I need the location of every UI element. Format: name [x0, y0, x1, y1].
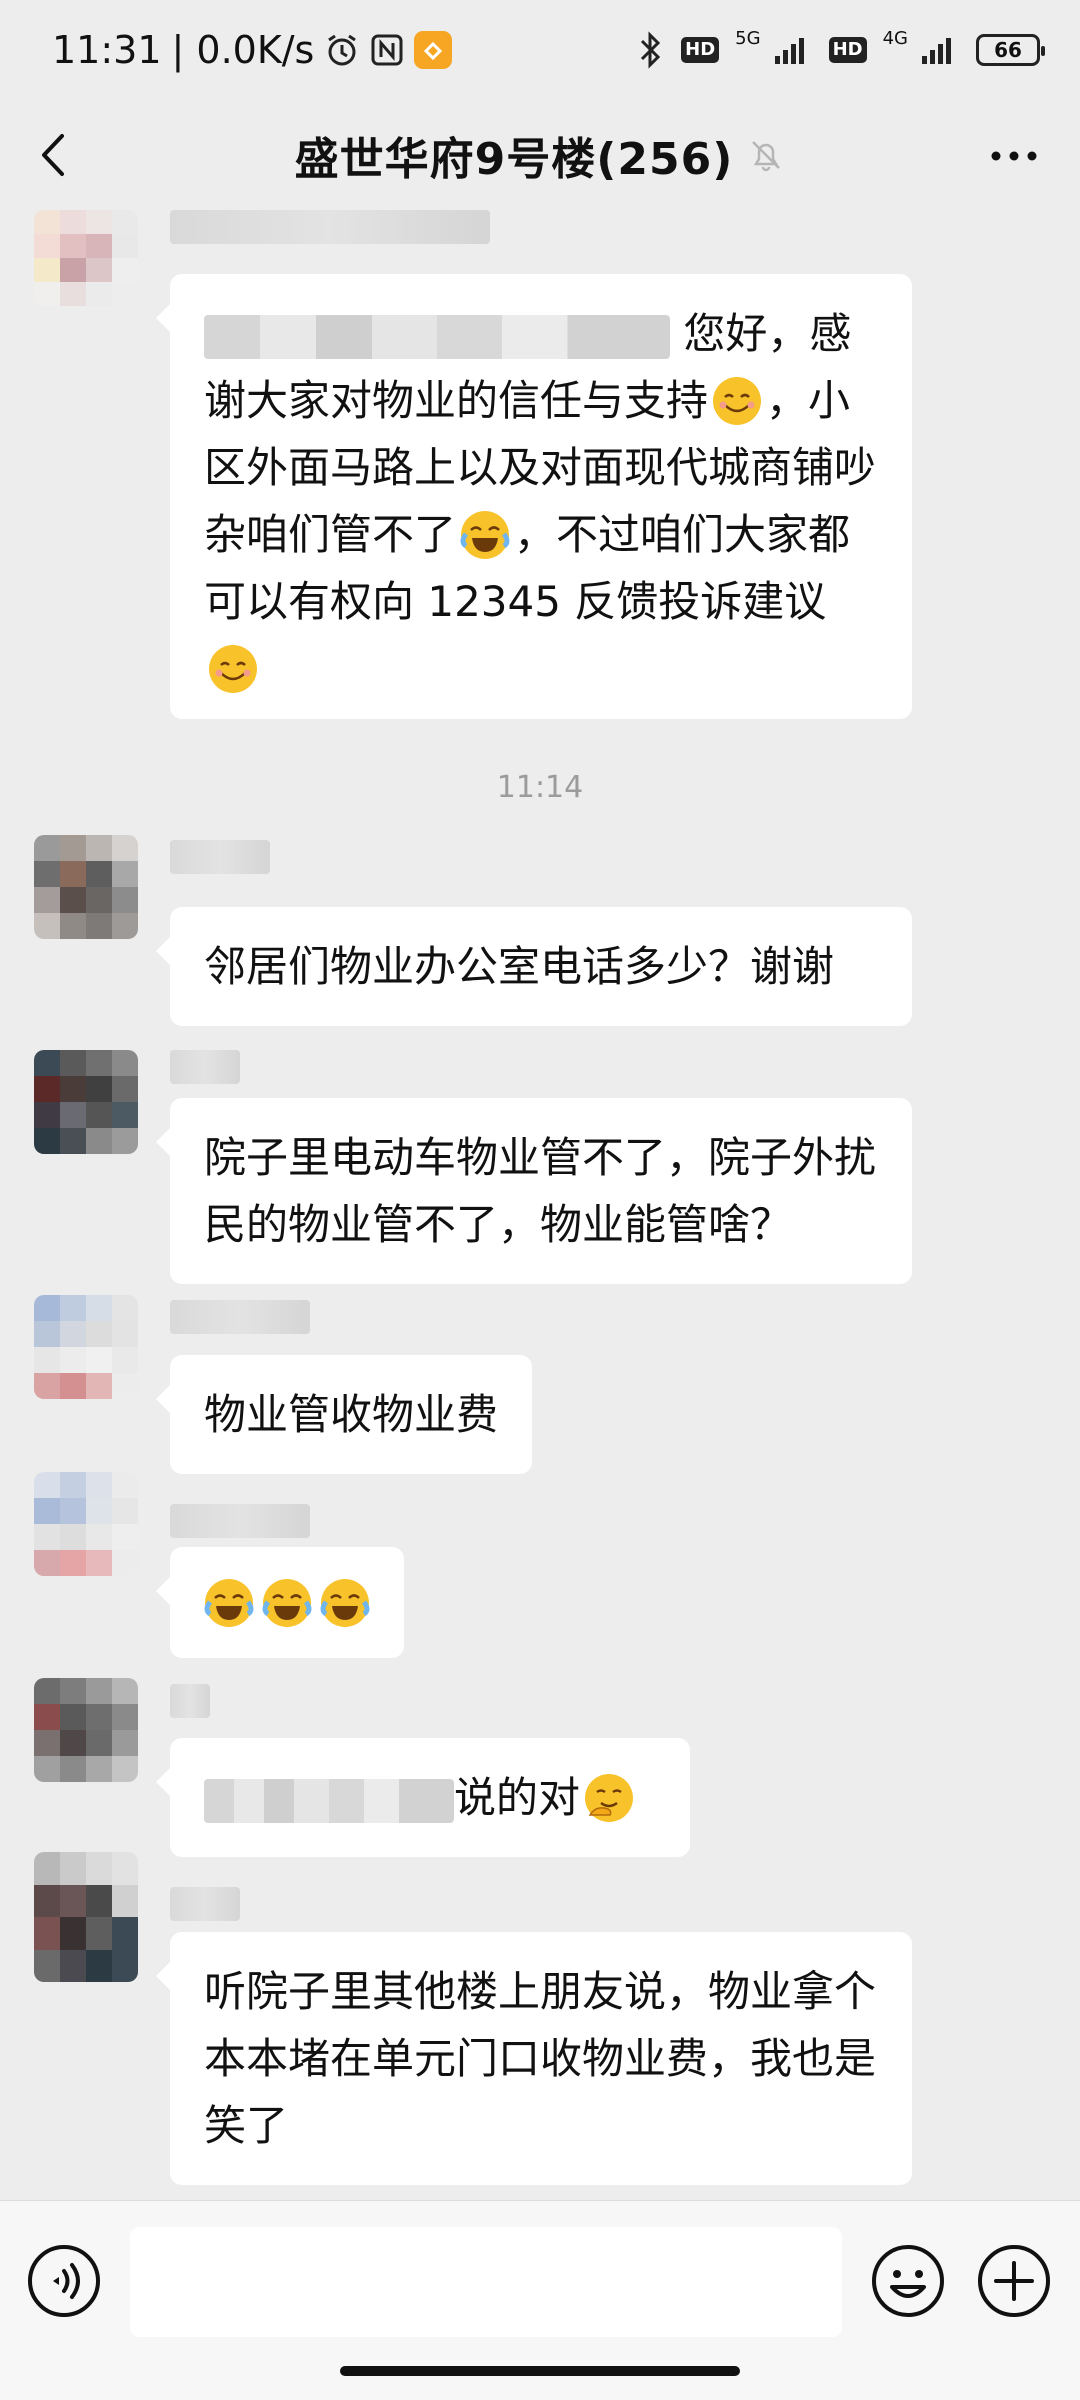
blurred-mention [204, 1778, 454, 1823]
message-bubble[interactable]: 院子里电动车物业管不了，院子外扰民的物业管不了，物业能管啥？ [156, 1098, 912, 1284]
hd-badge-2: HD [828, 37, 867, 63]
message-bubble[interactable]: 邻居们物业办公室电话多少？谢谢 [156, 907, 912, 1026]
message-bubble[interactable] [156, 1547, 404, 1658]
avatar[interactable] [34, 210, 138, 306]
nfc-icon [370, 33, 404, 67]
signal-icon [773, 34, 813, 66]
blurred-mention [204, 314, 670, 359]
message-text: 院子里电动车物业管不了，院子外扰民的物业管不了，物业能管啥？ [204, 1133, 877, 1249]
sender-nickname [170, 840, 270, 874]
emoji-button[interactable] [870, 2243, 946, 2319]
back-button[interactable] [30, 130, 80, 180]
message-bubble[interactable]: 物业管收物业费 [155, 1355, 533, 1474]
status-time: 11:31 [52, 28, 162, 72]
status-bar: 11:31 | 0.0K/s HD 5G HD 4G 66 [0, 0, 1080, 100]
laugh-cry-emoji [460, 510, 510, 559]
laugh-cry-emoji [320, 1578, 370, 1627]
message-bubble[interactable]: 听院子里其他楼上朋友说，物业拿个本本堵在单元门口收物业费，我也是笑了 [156, 1932, 912, 2185]
voice-icon [28, 2245, 100, 2317]
smile-emoji [713, 376, 762, 425]
emoji-icon [872, 2245, 944, 2317]
avatar[interactable] [34, 1852, 138, 1982]
title-wrap: 盛世华府9号楼(256) [295, 123, 786, 187]
smile-emoji [209, 644, 257, 693]
alarm-icon [324, 32, 360, 68]
voice-button[interactable] [26, 2243, 102, 2319]
message-text: 说的对 [454, 1773, 581, 1822]
message-input[interactable] [130, 2227, 842, 2337]
status-right: HD 5G HD 4G 66 [635, 27, 1045, 69]
thinking-emoji [585, 1773, 634, 1822]
status-left: 11:31 | 0.0K/s [52, 28, 453, 72]
message-list[interactable]: 您好，感谢大家对物业的信任与支持 ，小区外面马路上以及对面现代城商铺吵杂咱们管不了… [0, 210, 1080, 2200]
avatar[interactable] [34, 1678, 138, 1782]
chat-header: 盛世华府9号楼(256) [0, 100, 1080, 210]
home-indicator[interactable] [340, 2366, 740, 2376]
mute-bell-icon [752, 141, 781, 172]
laugh-cry-emoji [204, 1578, 254, 1627]
message-bubble[interactable]: 说的对 [156, 1738, 690, 1857]
signal-icon-2 [920, 34, 960, 66]
network-4g-label: 4G [882, 27, 908, 49]
bluetooth-icon [635, 31, 665, 69]
back-arrow-icon [42, 134, 64, 176]
message-text: 物业管收物业费 [204, 1390, 499, 1439]
sender-nickname [170, 1300, 310, 1334]
sender-nickname [170, 210, 490, 244]
message-bubble[interactable]: 您好，感谢大家对物业的信任与支持 ，小区外面马路上以及对面现代城商铺吵杂咱们管不了… [156, 274, 912, 719]
network-5g-label: 5G [735, 27, 761, 49]
avatar[interactable] [34, 1295, 138, 1399]
sender-nickname [170, 1684, 210, 1718]
sender-nickname [170, 1504, 310, 1538]
avatar[interactable] [34, 1472, 138, 1576]
laugh-cry-emoji [262, 1578, 312, 1627]
avatar[interactable] [34, 1050, 138, 1154]
more-button[interactable] [984, 136, 1044, 176]
sender-nickname [170, 1050, 240, 1084]
plus-icon [978, 2245, 1050, 2317]
battery-level: 66 [994, 38, 1022, 62]
chat-title: 盛世华府9号楼(256) [294, 134, 734, 185]
app-notification-icon [414, 31, 453, 69]
hd-badge: HD [681, 37, 720, 63]
battery-icon: 66 [976, 34, 1045, 66]
message-text: 听院子里其他楼上朋友说，物业拿个本本堵在单元门口收物业费，我也是笑了 [204, 1967, 877, 2150]
sender-nickname [170, 1887, 240, 1921]
more-dots-icon [991, 151, 1037, 161]
time-divider: 11:14 [496, 770, 584, 805]
more-functions-button[interactable] [976, 2243, 1052, 2319]
message-text: 邻居们物业办公室电话多少？谢谢 [204, 942, 835, 991]
status-net-speed: | 0.0K/s [171, 28, 315, 72]
avatar[interactable] [34, 835, 138, 939]
